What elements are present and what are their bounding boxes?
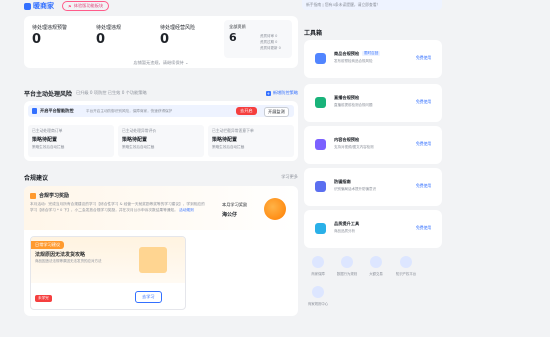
stat-warning[interactable]: 待处理违规预警 0 [32, 24, 92, 47]
brand-icon [24, 2, 31, 10]
stats-card: 待处理违规预警 0 待处理违规 0 待处理经营风险 0 全部资质 6 资质待审 … [24, 16, 298, 68]
tool-card-anti-fraud[interactable]: 防骗指南 识别骗局话术提升防骗意识 免费使用 [304, 168, 442, 206]
prize-value: 海公仔 [222, 212, 238, 218]
risk-card: 开启平台智能防控 平台开启主动防御识别风险，保障商家，快速获得保护 去开启 开展… [24, 101, 298, 161]
go-learn-button[interactable]: 去学习 [135, 291, 162, 303]
book-icon [139, 247, 167, 273]
compliance-header: 合规建议 学习更多 [24, 172, 298, 182]
stat-value: 0 [160, 32, 170, 47]
data-icon [341, 256, 353, 268]
reward-desc: 本月活动：完成当月所有合规建议的学习【综合性学习 & 经营一天就奖励等奖等的学习… [30, 202, 205, 212]
diamond-icon [315, 223, 326, 234]
stat-value: 0 [96, 32, 106, 47]
lesson-card[interactable]: 日常学习建议 法规原因无法发货攻略 商品因违法法规等原因无法发货的应对方法 未学… [30, 236, 186, 310]
shortcut-ip-platform[interactable]: 知识产权平台 [391, 256, 421, 276]
trade-icon [370, 256, 382, 268]
strategy-col-orders[interactable]: 已主动处理商订单 策略待配置 策略生效后自动拦截 [28, 125, 114, 157]
guarantee-icon [312, 256, 324, 268]
risk-summary: 已升级 0 项防控 已生效 0 个功能策略 [76, 90, 147, 95]
shield-icon [32, 108, 37, 114]
daily-tag: 日常学习建议 [31, 241, 65, 249]
qualification-panel[interactable]: 全部资质 6 资质待审 0 资质过期 0 资质待更新 0 [224, 20, 292, 58]
brand-name: 暖商家 [33, 2, 54, 10]
tool-card-product-check[interactable]: 商品合规预检 限时召回 发布前预检商品合规风险 免费使用 [304, 40, 442, 78]
tool-card-live-check[interactable]: 直播合规预检 直播前提前检测合规问题 免费使用 [304, 84, 442, 122]
tool-card-content-check[interactable]: 内容合规预检 支持对视频/图文内容检测 免费使用 [304, 126, 442, 164]
stats-expand-link[interactable]: 店铺暂无违规，请继续保持 ⌄ [24, 60, 298, 66]
toolbox-title: 工具箱 [304, 30, 323, 37]
section-title: 合规建议 [24, 174, 49, 182]
stat-label: 待处理违规预警 [32, 25, 68, 31]
use-button[interactable]: 免费使用 [416, 225, 431, 231]
shortcut-rule-center[interactable]: 商家规则中心 [304, 286, 332, 306]
stat-violation[interactable]: 待处理违规 0 [96, 24, 156, 47]
use-button[interactable]: 免费使用 [416, 99, 431, 105]
mascot-icon [264, 198, 286, 220]
rules-link[interactable]: 活动规则 [179, 208, 194, 212]
plus-icon: + [265, 90, 271, 96]
prize-label: 本月学习奖励 [222, 202, 248, 207]
new-strategy-link[interactable]: + 新增防控策略 [265, 90, 298, 96]
tool-card-quality[interactable]: 品质提升工具 商品品质分析 免费使用 [304, 210, 442, 248]
version-badge[interactable]: ⚑ 体验版功能板块 [62, 1, 110, 11]
section-title: 平台主动处理风险 [24, 90, 73, 98]
reward-title-row: 合规学习奖励 [30, 192, 69, 199]
strategy-columns: 已主动处理商订单 策略待配置 策略生效后自动拦截 已主动处理异常评价 策略待配置… [28, 125, 294, 157]
brand-logo[interactable]: 暖商家 [24, 1, 54, 11]
strategy-col-reviews[interactable]: 已主动处理异常评价 策略待配置 策略生效后自动拦截 [118, 125, 204, 157]
strategy-col-malicious[interactable]: 已主动拦截异常恶意下单 策略待配置 策略生效后自动拦截 [208, 125, 294, 157]
gift-icon [30, 192, 36, 199]
top-header: 暖商家 ⚑ 体验版功能板块 [24, 0, 294, 12]
live-icon [315, 97, 326, 108]
stat-risk[interactable]: 待处理经营风险 0 [160, 24, 224, 47]
ip-icon [400, 256, 412, 268]
use-button[interactable]: 免费使用 [416, 183, 431, 189]
lesson-title: 法规原因无法发货攻略 [35, 252, 86, 258]
stat-label: 待处理经营风险 [160, 25, 196, 31]
enable-button[interactable]: 去开启 [236, 107, 257, 115]
guide-icon [315, 181, 326, 192]
unfinished-badge: 未学完 [35, 295, 52, 302]
rules-icon [312, 286, 324, 298]
shortcut-merchant-guarantee[interactable]: 商家保障 [304, 256, 332, 276]
use-button[interactable]: 免费使用 [416, 55, 431, 61]
chevron-down-icon: ⌄ [185, 60, 189, 65]
shortcut-data-rules[interactable]: 数据行为规则 [333, 256, 361, 276]
qualification-label: 全部资质 [229, 24, 246, 29]
lesson-desc: 商品因违法法规等原因无法发货的应对方法 [35, 259, 102, 263]
banner-desc: 平台开启主动防御识别风险，保障商家，快速获得保护 [86, 108, 173, 113]
reward-prize: 本月学习奖励 海公仔 [222, 202, 247, 218]
use-button[interactable]: 免费使用 [416, 141, 431, 147]
banner-title: 开启平台智能防控 [40, 108, 74, 113]
video-icon [315, 139, 326, 150]
learn-more-link[interactable]: 学习更多 [281, 174, 298, 180]
reward-title: 合规学习奖励 [39, 193, 70, 199]
tool-tag: 限时召回 [362, 51, 381, 56]
qualification-rows: 资质待审 0 资质过期 0 资质待更新 0 [260, 34, 281, 50]
shortcut-large-trade[interactable]: 大额交易 [362, 256, 390, 276]
shortcut-grid: 商家保障 数据行为规则 大额交易 知识产权平台 商家规则中心 [304, 256, 444, 326]
flag-icon: ⚑ [68, 3, 72, 9]
shield-check-icon [315, 53, 326, 64]
qualification-value: 6 [229, 31, 237, 44]
stat-label: 待处理违规 [96, 25, 122, 31]
top-notice[interactable]: 新手指南 | 您有4条未读提醒，请立即查看！ [302, 0, 442, 10]
compliance-card: 合规学习奖励 本月活动：完成当月所有合规建议的学习【综合性学习 & 经营一天就奖… [24, 186, 298, 316]
monitor-button[interactable]: 开展监测 [264, 107, 289, 117]
risk-section-header: 平台主动处理风险 已升级 0 项防控 已生效 0 个功能策略 + 新增防控策略 [24, 88, 298, 98]
smart-defense-banner: 开启平台智能防控 平台开启主动防御识别风险，保障商家，快速获得保护 去开启 开展… [28, 105, 294, 117]
stat-value: 0 [32, 32, 42, 47]
